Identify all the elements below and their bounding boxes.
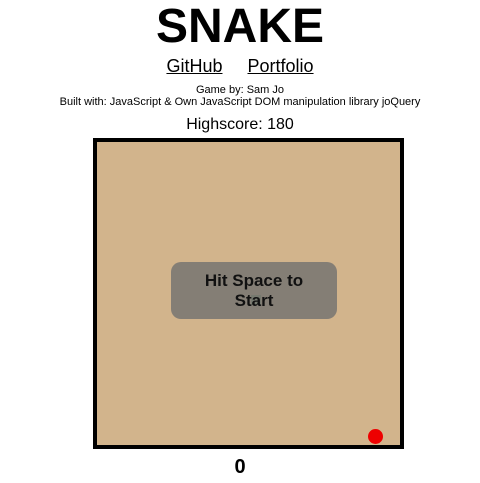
- food-pellet: [368, 429, 383, 444]
- snake-page: SNAKE GitHub Portfolio Game by: Sam Jo B…: [0, 0, 480, 483]
- portfolio-link[interactable]: Portfolio: [248, 56, 314, 76]
- start-overlay[interactable]: Hit Space to Start: [171, 262, 337, 319]
- page-title: SNAKE: [155, 0, 325, 53]
- header-links: GitHub Portfolio: [0, 55, 480, 77]
- game-board[interactable]: Hit Space to Start: [93, 138, 404, 449]
- start-prompt-text: Hit Space to Start: [204, 270, 304, 310]
- current-score: 0: [234, 456, 246, 478]
- built-with-credit: Built with: JavaScript & Own JavaScript …: [59, 96, 421, 108]
- author-credit: Game by: Sam Jo: [195, 84, 285, 96]
- highscore-label: Highscore: 180: [186, 116, 294, 133]
- github-link[interactable]: GitHub: [166, 56, 222, 76]
